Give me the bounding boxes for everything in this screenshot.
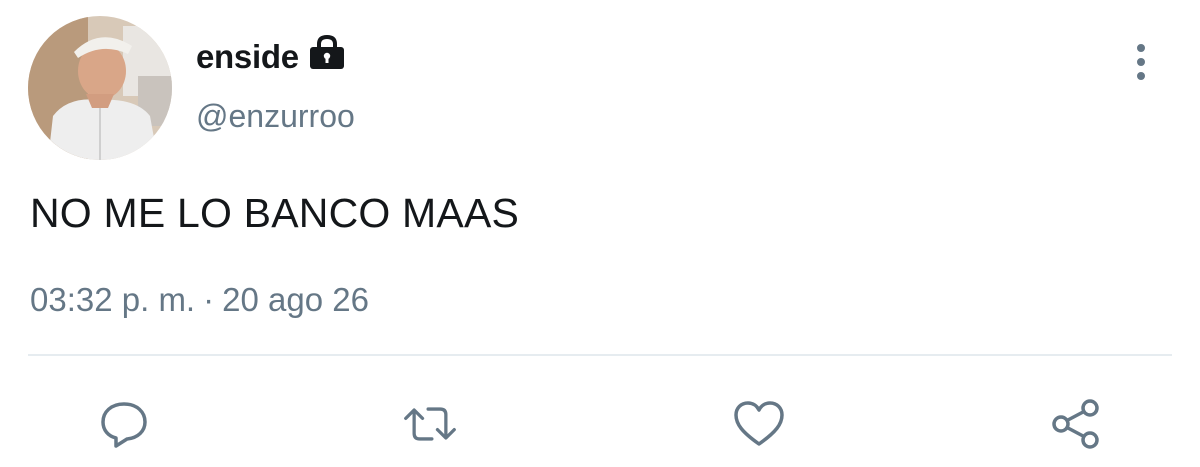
display-name[interactable]: enside [196, 38, 299, 76]
avatar-image [28, 16, 172, 160]
reply-icon [101, 402, 147, 448]
retweet-icon [404, 407, 456, 441]
timestamp-separator: · [203, 281, 215, 318]
timestamp[interactable]: 03:32 p. m. · 20 ago 26 [30, 281, 369, 319]
share-icon [1052, 399, 1099, 449]
heart-icon [734, 401, 784, 446]
tweet-time: 03:32 p. m. [30, 281, 196, 318]
like-button[interactable] [731, 396, 787, 452]
more-options-button[interactable] [1124, 40, 1158, 84]
handle[interactable]: @enzurroo [196, 98, 355, 135]
retweet-button[interactable] [402, 396, 458, 452]
ellipsis-dot [1137, 58, 1145, 66]
avatar[interactable] [28, 16, 172, 160]
tweet-card: enside @enzurroo NO ME LO BANCO MAAS 03:… [0, 0, 1200, 467]
tweet-text: NO ME LO BANCO MAAS [30, 190, 520, 236]
vertical-ellipsis-icon [1137, 44, 1145, 52]
divider [28, 354, 1172, 356]
lock-icon [308, 34, 346, 75]
tweet-date: 20 ago 26 [222, 281, 369, 318]
ellipsis-dot [1137, 72, 1145, 80]
share-button[interactable] [1048, 396, 1104, 452]
author-name-row[interactable]: enside [196, 33, 346, 81]
reply-button[interactable] [96, 396, 152, 452]
